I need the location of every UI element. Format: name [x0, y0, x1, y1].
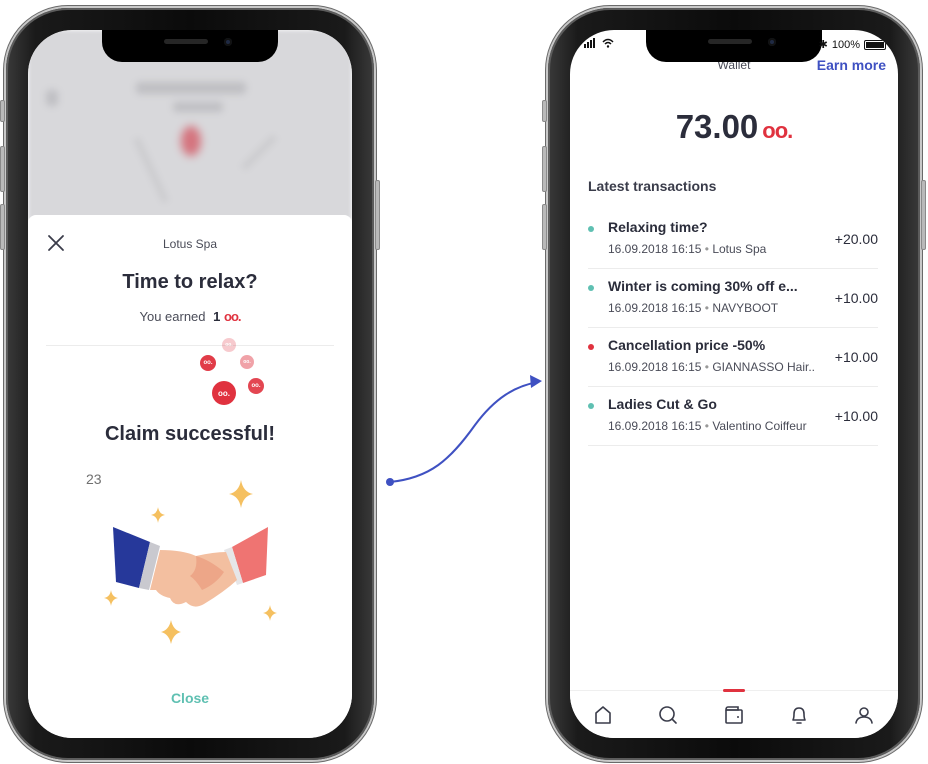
earned-amount: 1 [213, 309, 221, 324]
transaction-meta: 16.09.2018 16:15 • Lotus Spa [608, 242, 766, 256]
status-bar-left [584, 38, 614, 48]
transaction-vendor: Lotus Spa [712, 242, 767, 256]
transaction-date: 16.09.2018 16:15 [608, 360, 702, 374]
transaction-title: Ladies Cut & Go [608, 396, 717, 412]
transaction-row[interactable]: Winter is coming 30% off e... 16.09.2018… [588, 269, 878, 328]
power-button [375, 180, 380, 250]
coin-icon: oo. [212, 381, 236, 405]
bell-icon[interactable] [787, 703, 811, 727]
balance-amount: 73.00 [675, 108, 759, 145]
coin-logo-icon: oo. [224, 309, 241, 324]
coin-logo-icon: oo. [762, 118, 793, 143]
flow-arrow [386, 375, 542, 486]
status-dot-icon [588, 403, 594, 409]
transaction-amount: +20.00 [834, 231, 878, 247]
transaction-date: 16.09.2018 16:15 [608, 242, 702, 256]
transaction-title: Cancellation price -50% [608, 337, 766, 353]
transaction-date: 16.09.2018 16:15 [608, 301, 702, 315]
transaction-date: 16.09.2018 16:15 [608, 419, 702, 433]
notch [102, 30, 278, 62]
transaction-amount: +10.00 [834, 290, 878, 306]
transaction-title: Relaxing time? [608, 219, 708, 235]
mute-switch [542, 100, 547, 122]
signal-icon [584, 38, 595, 48]
transaction-meta: 16.09.2018 16:15 • Valentino Coiffeur [608, 419, 807, 433]
transaction-row[interactable]: Cancellation price -50% 16.09.2018 16:15… [588, 328, 878, 387]
volume-down-button [0, 204, 5, 250]
transaction-meta: 16.09.2018 16:15 • GIANNASSO Hair.. [608, 360, 815, 374]
close-button[interactable]: Close [28, 690, 352, 706]
map-pin-icon [181, 126, 201, 156]
battery-icon [864, 39, 886, 50]
transaction-amount: +10.00 [834, 349, 878, 365]
transaction-amount: +10.00 [834, 408, 878, 424]
mute-switch [0, 100, 5, 122]
sparkle-icon [104, 590, 118, 606]
phone-mockup-left: Lotus Spa Time to relax? You earned 1 oo… [0, 8, 380, 760]
active-tab-indicator [723, 689, 745, 692]
transaction-list: Relaxing time? 16.09.2018 16:15 • Lotus … [588, 210, 878, 446]
coin-icon: oo. [248, 378, 264, 394]
wallet-balance: 73.00 oo. [570, 108, 898, 146]
separator: • [704, 242, 709, 256]
transaction-vendor: Valentino Coiffeur [712, 419, 807, 433]
earned-label: You earned [139, 309, 206, 324]
transaction-title: Winter is coming 30% off e... [608, 278, 798, 294]
status-dot-icon [588, 226, 594, 232]
divider [46, 345, 334, 346]
wallet-screen: ✱ 100% Wallet Earn more 73.00 oo. Latest … [570, 30, 898, 738]
bottom-tab-bar [570, 689, 898, 738]
vendor-name: Lotus Spa [162, 237, 218, 251]
transaction-row[interactable]: Ladies Cut & Go 16.09.2018 16:15 • Valen… [588, 387, 878, 446]
notch [646, 30, 822, 62]
transaction-row[interactable]: Relaxing time? 16.09.2018 16:15 • Lotus … [588, 210, 878, 269]
user-icon[interactable] [852, 703, 876, 727]
transaction-vendor: GIANNASSO Hair.. [712, 360, 816, 374]
separator: • [704, 419, 709, 433]
earn-more-button[interactable]: Earn more [817, 57, 886, 73]
transaction-meta: 16.09.2018 16:15 • NAVYBOOT [608, 301, 778, 315]
status-dot-icon [588, 344, 594, 350]
separator: • [704, 360, 709, 374]
arrow-curve [389, 381, 539, 483]
sparkle-icon [229, 480, 253, 508]
power-button [921, 180, 926, 250]
search-icon[interactable] [656, 703, 680, 727]
sparkle-icon [263, 605, 277, 621]
section-title: Latest transactions [588, 178, 717, 194]
status-bar-right: ✱ 100% [819, 38, 886, 51]
arrow-head-icon [530, 375, 542, 388]
bluetooth-icon: ✱ [818, 39, 828, 51]
claim-success-title: Claim successful! [104, 423, 276, 445]
wallet-icon[interactable] [722, 703, 746, 727]
volume-down-button [542, 204, 547, 250]
wifi-icon [602, 38, 614, 48]
earned-summary: You earned 1 oo. [28, 309, 352, 324]
sparkle-icon [161, 620, 181, 644]
handshake-illustration [104, 480, 277, 644]
separator: • [704, 301, 709, 315]
home-icon[interactable] [591, 703, 615, 727]
phone-mockup-right: ✱ 100% Wallet Earn more 73.00 oo. Latest … [542, 8, 926, 760]
sparkle-icon [151, 507, 165, 523]
transaction-vendor: NAVYBOOT [712, 301, 779, 315]
claim-sheet: Lotus Spa Time to relax? You earned 1 oo… [28, 215, 352, 738]
claim-screen: Lotus Spa Time to relax? You earned 1 oo… [28, 30, 352, 738]
status-dot-icon [588, 285, 594, 291]
coin-icon: oo. [240, 355, 254, 369]
volume-up-button [542, 146, 547, 192]
coin-icon: oo. [200, 355, 216, 371]
battery-percent: 100% [831, 38, 860, 51]
coin-icon: oo. [222, 338, 236, 352]
offer-title: Time to relax? [122, 271, 258, 293]
volume-up-button [0, 146, 5, 192]
